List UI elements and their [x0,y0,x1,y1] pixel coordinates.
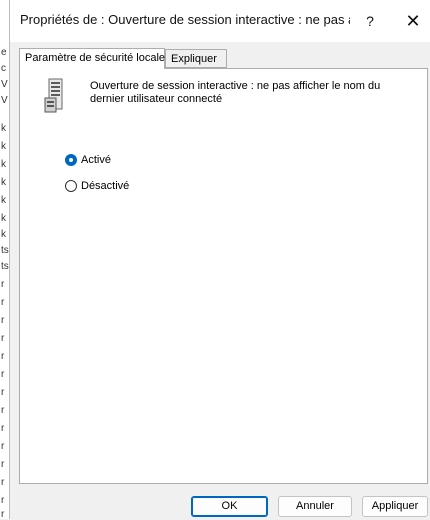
bg-glyph: k [1,123,6,134]
tab-panel: Ouverture de session interactive : ne pa… [19,68,428,484]
bg-glyph: ts [1,261,9,272]
policy-description: Ouverture de session interactive : ne pa… [90,80,381,105]
bg-glyph: r [1,423,5,434]
help-button[interactable]: ? [357,8,383,34]
bg-glyph: k [1,177,6,188]
title-bar[interactable]: Propriétés de : Ouverture de session int… [10,0,430,42]
properties-dialog: Propriétés de : Ouverture de session int… [9,0,430,519]
bg-glyph: r [1,477,5,488]
cancel-button[interactable]: Annuler [278,496,352,517]
bg-glyph: e [1,47,7,58]
radio-checked-icon[interactable] [65,154,77,166]
bg-glyph: ts [1,245,9,256]
bg-glyph: k [1,213,6,224]
bg-glyph: V [1,79,8,90]
apply-button[interactable]: Appliquer [362,496,428,517]
radio-unchecked-icon[interactable] [65,180,77,192]
policy-document-icon [44,78,63,113]
option-disabled-label: Désactivé [81,180,130,192]
bg-glyph: r [1,459,5,470]
dialog-title: Propriétés de : Ouverture de session int… [20,12,350,27]
tab-local-security-setting[interactable]: Paramètre de sécurité locale [19,48,165,69]
bg-glyph: c [1,63,6,74]
bg-glyph: r [1,369,5,380]
bg-glyph: k [1,159,6,170]
bg-glyph: r [1,495,5,506]
bg-glyph: k [1,141,6,152]
bg-glyph: k [1,229,6,240]
tab-explain[interactable]: Expliquer [165,49,227,68]
bg-glyph: r [1,297,5,308]
bg-glyph: r [1,387,5,398]
bg-glyph: r [1,279,5,290]
bg-glyph: r [1,351,5,362]
bg-glyph: r [1,441,5,452]
bg-glyph: r [1,405,5,416]
option-enabled-label: Activé [81,154,111,166]
close-button[interactable]: ✕ [400,8,426,34]
bg-glyph: r [1,333,5,344]
bg-glyph: V [1,95,8,106]
bg-glyph: r [1,315,5,326]
option-disabled[interactable]: Désactivé [65,178,129,194]
option-enabled[interactable]: Activé [65,152,111,168]
bg-glyph: k [1,195,6,206]
ok-button[interactable]: OK [191,496,268,517]
